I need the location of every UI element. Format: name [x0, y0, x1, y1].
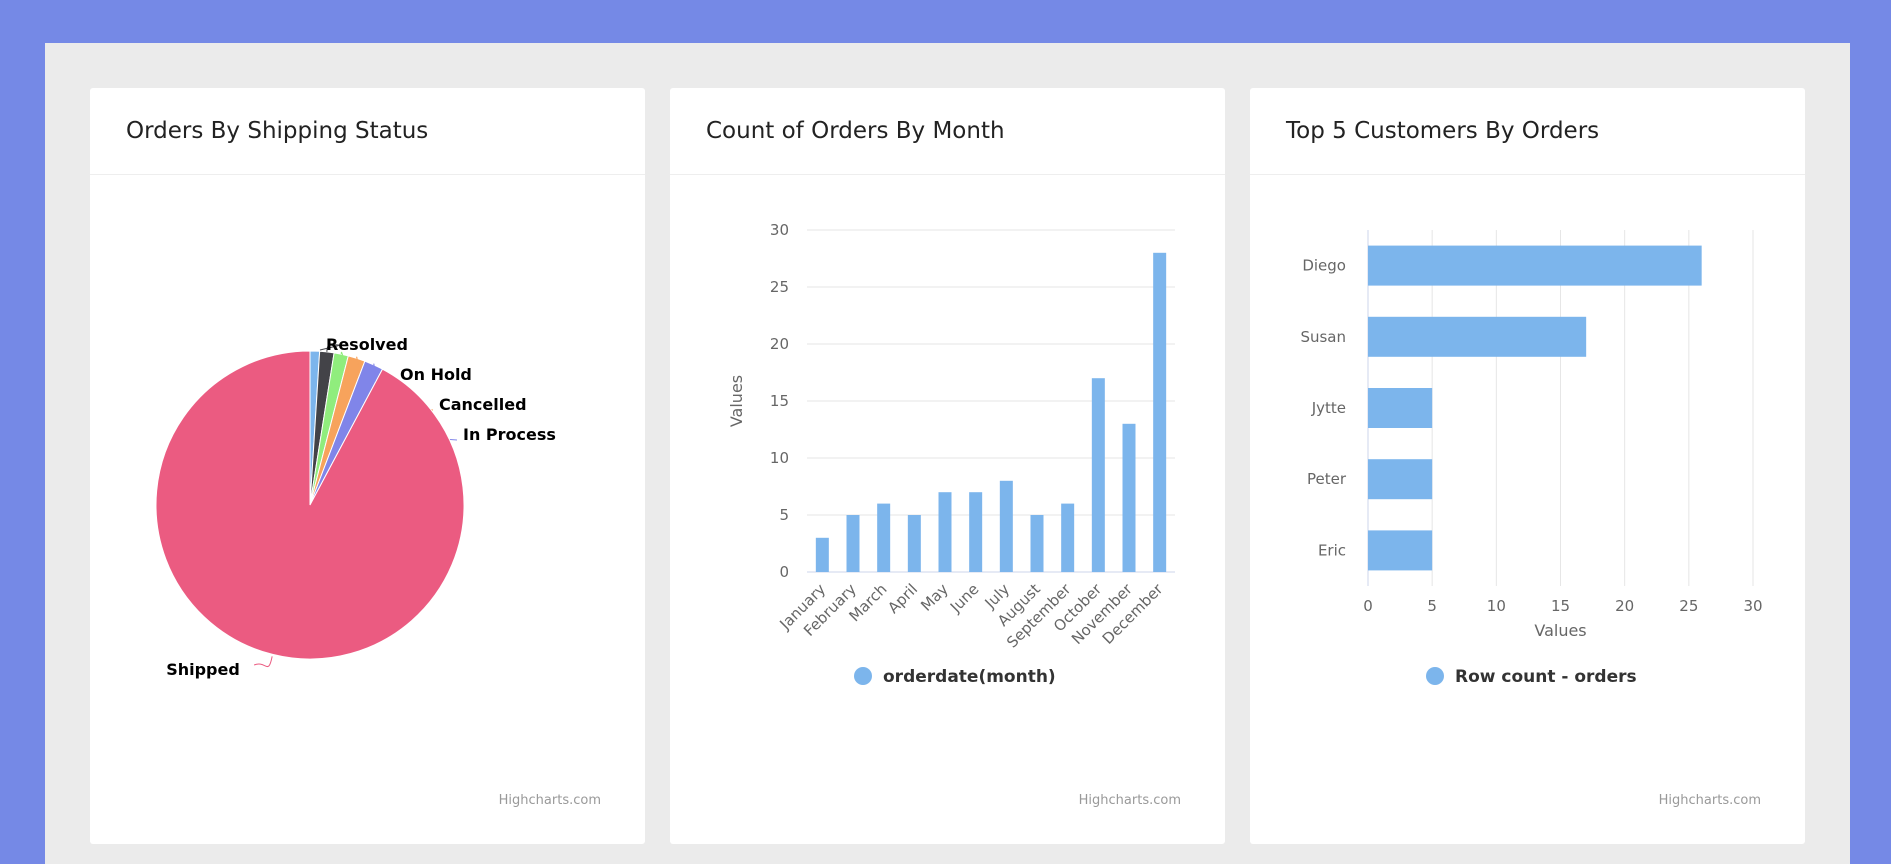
x-tick-label: April	[884, 580, 921, 617]
y-axis-label: Values	[727, 375, 746, 427]
highcharts-credit[interactable]: Highcharts.com	[499, 793, 601, 808]
bar	[1061, 503, 1075, 572]
card-orders-by-month: Count of Orders By Month 0 5 10 15 20 25 30 Val…	[670, 88, 1225, 844]
y-tick-label: Susan	[1300, 328, 1346, 346]
y-tick-label: 0	[779, 563, 789, 581]
bar	[1091, 378, 1105, 572]
x-tick-label: 15	[1551, 597, 1570, 615]
x-tick-label: May	[917, 580, 952, 615]
bar	[907, 515, 921, 572]
customer-bar-chart: 0 5 10 15 20 25 30 Values Diego Susan Jytte Peter Er…	[1300, 230, 1763, 687]
card-top-customers: Top 5 Customers By Orders 0 5 10 15 20 25 30 Va…	[1250, 88, 1805, 844]
x-tick-label: 30	[1743, 597, 1762, 615]
bar	[846, 515, 860, 572]
bar	[1153, 252, 1167, 573]
y-tick-label: 25	[770, 278, 789, 296]
legend-label: orderdate(month)	[883, 667, 1056, 687]
card-title: Orders By Shipping Status	[90, 88, 645, 175]
y-tick-label: 10	[770, 449, 789, 467]
pie-connector	[253, 656, 273, 668]
bar	[1122, 423, 1136, 572]
y-tick-label: 5	[779, 506, 789, 524]
x-axis-label: Values	[1534, 621, 1586, 640]
dashboard-panel: Orders By Shipping Status Resolved On Hol…	[45, 43, 1850, 864]
pie-label: On Hold	[400, 365, 472, 384]
pie-slice	[155, 350, 465, 660]
card-title: Count of Orders By Month	[670, 88, 1225, 175]
y-tick-label: 15	[770, 392, 789, 410]
pie-label: Cancelled	[439, 395, 527, 414]
monthly-bar-chart: 051015202530ValuesJanuaryFebruaryMarchAp…	[727, 221, 1175, 687]
y-tick-label: Peter	[1307, 470, 1347, 488]
y-tick-label: Diego	[1302, 257, 1346, 275]
bar	[877, 503, 891, 572]
bar	[815, 537, 829, 572]
bar	[1368, 245, 1702, 286]
x-tick-label: 25	[1679, 597, 1698, 615]
bar	[969, 492, 983, 572]
pie-chart: Resolved On Hold Cancelled In Process Shippe…	[155, 335, 556, 679]
x-tick-label: 0	[1363, 597, 1373, 615]
highcharts-credit[interactable]: Highcharts.com	[1079, 793, 1181, 808]
card-title: Top 5 Customers By Orders	[1250, 88, 1805, 175]
y-tick-label: Eric	[1318, 541, 1346, 559]
bar	[1368, 388, 1433, 428]
pie-label: Resolved	[326, 335, 408, 354]
bar	[1368, 316, 1587, 357]
y-tick-label: 20	[770, 335, 789, 353]
y-tick-label: 30	[770, 221, 789, 239]
legend-marker	[854, 667, 872, 685]
card-shipping-status: Orders By Shipping Status Resolved On Hol…	[90, 88, 645, 844]
bar	[1030, 515, 1044, 572]
x-tick-label: 10	[1487, 597, 1506, 615]
legend-label: Row count - orders	[1455, 667, 1637, 687]
bar	[1368, 530, 1433, 571]
bar	[999, 480, 1013, 572]
x-tick-label: 20	[1615, 597, 1634, 615]
bar	[1368, 459, 1433, 500]
y-tick-label: Jytte	[1311, 399, 1346, 417]
bar	[938, 492, 952, 572]
highcharts-credit[interactable]: Highcharts.com	[1659, 793, 1761, 808]
x-tick-label: 5	[1427, 597, 1437, 615]
pie-label: In Process	[463, 425, 556, 444]
x-tick-label: June	[946, 580, 983, 617]
legend-marker	[1426, 667, 1444, 685]
pie-label: Shipped	[166, 660, 240, 679]
